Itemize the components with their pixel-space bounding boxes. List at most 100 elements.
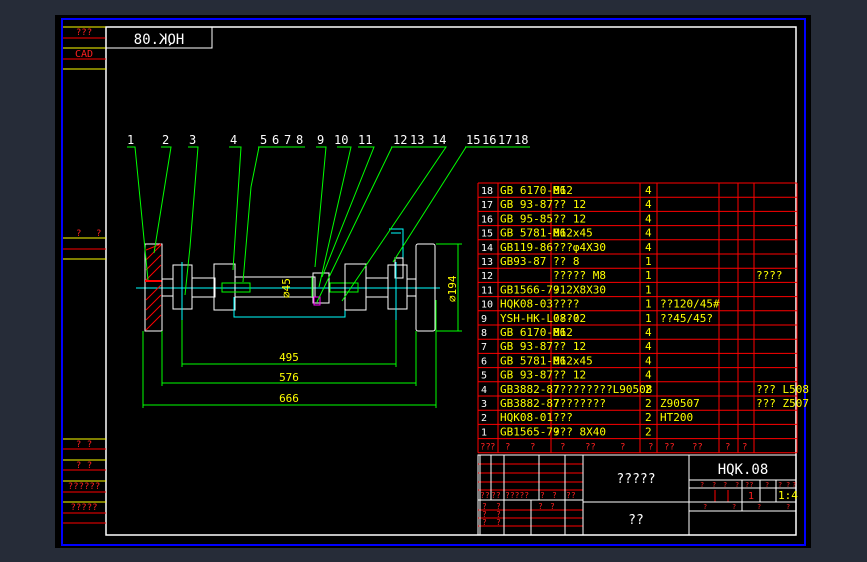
parts-header-label: ? (725, 443, 730, 453)
balloon-9: 9 (317, 133, 324, 147)
title-mid-label: ? (723, 481, 727, 489)
title-left-label: ????? (505, 491, 529, 500)
parts-name: ???φ4X30 (553, 241, 606, 254)
parts-name: M12x45 (553, 354, 593, 367)
parts-header-label: ? (530, 443, 535, 453)
parts-qty: 1 (645, 298, 652, 311)
parts-qty: 4 (645, 241, 652, 254)
parts-no: 11 (481, 285, 493, 296)
title-mid-label: ? (765, 481, 769, 489)
parts-header-label: ? (560, 443, 565, 453)
title-mid-label: ?? (745, 481, 753, 489)
parts-no: 9 (481, 314, 487, 325)
parts-header-label: ? (490, 443, 495, 453)
left-strip-top-label: ??? (76, 28, 92, 38)
parts-code: GB1565-79 (500, 425, 560, 438)
parts-name: M12x45 (553, 227, 593, 240)
title-sign-label: ? (482, 518, 487, 527)
balloon-15: 15 (466, 133, 480, 147)
balloon-16: 16 (482, 133, 496, 147)
title-sign-label: ? (496, 518, 501, 527)
left-strip-label: ????? (70, 503, 97, 513)
parts-qty: 2 (645, 425, 652, 438)
company-name: ?? (628, 513, 644, 528)
balloon-10: 10 (334, 133, 348, 147)
parts-no: 3 (481, 399, 487, 410)
dim-666: 666 (279, 392, 299, 405)
title-mid-label: ? (700, 481, 704, 489)
parts-code: GB 93-87 (500, 340, 553, 353)
title-sign-label: ? (538, 502, 543, 511)
balloon-1: 1 (127, 133, 134, 147)
title-mid-label: ? (735, 481, 739, 489)
parts-no: 16 (481, 214, 493, 225)
parts-material: ??45/45? (660, 312, 713, 325)
dim-wheel-diameter: ⌀194 (446, 275, 459, 302)
parts-name: ???? (553, 298, 580, 311)
parts-name: ???? (553, 312, 580, 325)
parts-header-label: ? (620, 443, 625, 453)
title-left-label: ? (540, 491, 545, 500)
parts-header-label: ? (648, 443, 653, 453)
title-mid-label: ? (786, 481, 790, 489)
title-mid-label: ? (778, 481, 782, 489)
parts-no: 5 (481, 371, 487, 382)
parts-qty: 2 (645, 383, 652, 396)
parts-code: GB93-87 (500, 255, 546, 268)
scale: 1:4 (778, 489, 798, 502)
parts-header-label: ?? (585, 443, 596, 453)
parts-qty: 4 (645, 326, 652, 339)
parts-no: 14 (481, 243, 493, 254)
dim-495: 495 (279, 351, 299, 364)
balloon-6: 6 (272, 133, 279, 147)
parts-name: ??? 8X40 (553, 425, 606, 438)
balloon-7: 7 (284, 133, 291, 147)
parts-code: GB 95-85 (500, 212, 553, 225)
parts-no: 15 (481, 229, 493, 240)
parts-qty: 4 (645, 227, 652, 240)
parts-code: GB 93-87 (500, 198, 553, 211)
left-strip-label: ?????? (68, 482, 101, 492)
balloon-3: 3 (189, 133, 196, 147)
parts-qty: 4 (645, 184, 652, 197)
balloon-2: 2 (162, 133, 169, 147)
parts-note: ??? Z507 (756, 397, 809, 410)
parts-qty: 1 (645, 312, 652, 325)
left-strip-mark: ? (96, 229, 101, 239)
title-left-label: ?? (566, 491, 576, 500)
parts-qty: 1 (645, 269, 652, 282)
balloon-13: 13 (410, 133, 424, 147)
balloon-17: 17 (498, 133, 512, 147)
left-strip-label: ? ? (76, 461, 92, 471)
drawing-number: HQK.08 (718, 462, 769, 478)
parts-note: ??? L508 (756, 383, 809, 396)
parts-qty: 1 (645, 255, 652, 268)
parts-name: ?? 8 (553, 255, 580, 268)
drawing-name: ????? (616, 472, 655, 487)
parts-qty: 4 (645, 354, 652, 367)
parts-qty: 1 (645, 283, 652, 296)
parts-name: ?12X8X30 (553, 283, 606, 296)
dim-576: 576 (279, 371, 299, 384)
parts-no: 12 (481, 271, 493, 282)
parts-name: ?? 12 (553, 369, 586, 382)
parts-name: ?? 12 (553, 340, 586, 353)
parts-name: ????? M8 (553, 269, 606, 282)
balloon-4: 4 (230, 133, 237, 147)
parts-name: ??? (553, 411, 573, 424)
left-strip-mark: ? (76, 229, 81, 239)
title-left-label: ?? (480, 491, 490, 500)
title-bottom-label: ? (786, 503, 790, 511)
parts-qty: 2 (645, 397, 652, 410)
balloon-11: 11 (358, 133, 372, 147)
balloon-8: 8 (296, 133, 303, 147)
balloon-5: 5 (260, 133, 267, 147)
parts-no: 8 (481, 328, 487, 339)
cad-drawing-canvas[interactable]: ??? CAD ? ? ? ? ? ? ?????? ????? HQK.08 (0, 0, 867, 562)
parts-no: 10 (481, 300, 493, 311)
drawing-sheet (55, 15, 811, 548)
title-left-label: ?? (491, 491, 501, 500)
parts-code: GB119-86 (500, 241, 553, 254)
parts-header-label: ? (742, 443, 747, 453)
parts-code: HQK08-03 (500, 298, 553, 311)
